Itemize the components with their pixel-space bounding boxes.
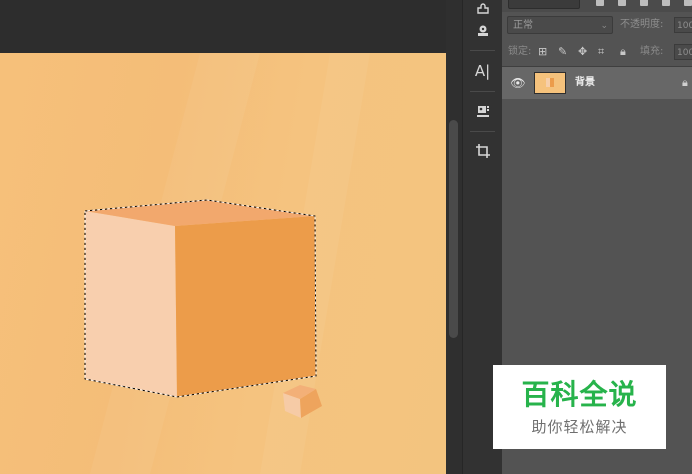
document-canvas[interactable] xyxy=(0,53,446,474)
chevron-down-icon: ⌄ xyxy=(600,21,608,31)
filter-shape-icon[interactable] xyxy=(662,0,670,6)
type-icon[interactable]: A| xyxy=(463,56,502,86)
layer-lock-icon: 🔒︎ xyxy=(682,76,688,89)
opacity-label: 不透明度: xyxy=(620,19,664,30)
watermark: 百科全说 助你轻松解决 xyxy=(493,365,666,449)
blend-row: 正常 ⌄ 不透明度: 100 xyxy=(502,14,692,38)
stamp-icon[interactable] xyxy=(463,16,502,46)
layer-filter-row xyxy=(502,0,692,12)
3d-icon[interactable] xyxy=(463,96,502,126)
opacity-field[interactable]: 100 xyxy=(674,17,692,33)
crop-icon[interactable] xyxy=(463,136,502,166)
lock-brush-icon[interactable]: ✎ xyxy=(558,43,567,61)
watermark-subtitle: 助你轻松解决 xyxy=(531,418,628,436)
fill-field[interactable]: 100 xyxy=(674,44,692,60)
filter-adjust-icon[interactable] xyxy=(618,0,626,6)
layer-row-background[interactable]: 👁︎ 背景 🔒︎ xyxy=(502,67,692,99)
filter-smart-icon[interactable] xyxy=(684,0,692,6)
tool-separator xyxy=(470,91,495,92)
canvas-artwork xyxy=(84,53,370,474)
canvas-area[interactable] xyxy=(0,0,446,474)
fill-label: 填充: xyxy=(640,46,664,57)
layer-filter-select[interactable] xyxy=(508,0,580,9)
canvas-top-bar xyxy=(0,0,446,53)
lock-row: 锁定: ⊞ ✎ ✥ ⌗ 🔒︎ 填充: 100 xyxy=(502,40,692,64)
lock-move-icon[interactable]: ✥ xyxy=(578,43,587,61)
cube-right-face xyxy=(175,216,316,397)
blend-mode-select[interactable]: 正常 ⌄ xyxy=(507,16,613,34)
type-tool-label: A| xyxy=(474,62,491,80)
watermark-title: 百科全说 xyxy=(521,378,638,411)
vertical-scrollbar-thumb[interactable] xyxy=(449,120,458,338)
tool-separator xyxy=(470,50,495,51)
layer-name: 背景 xyxy=(575,77,595,88)
lock-label: 锁定: xyxy=(508,46,532,57)
eye-icon[interactable]: 👁︎ xyxy=(510,75,526,91)
filter-type-icon[interactable] xyxy=(640,0,648,6)
tool-separator xyxy=(470,131,495,132)
layer-thumbnail-cube xyxy=(546,78,554,87)
cube-left-face xyxy=(85,211,177,397)
lock-transparent-icon[interactable]: ⊞ xyxy=(538,43,547,61)
blend-mode-value: 正常 xyxy=(513,20,533,31)
filter-pixel-icon[interactable] xyxy=(596,0,604,6)
lock-artboard-icon[interactable]: ⌗ xyxy=(598,43,604,61)
layer-thumbnail xyxy=(534,72,566,94)
lock-all-icon[interactable]: 🔒︎ xyxy=(620,43,626,61)
